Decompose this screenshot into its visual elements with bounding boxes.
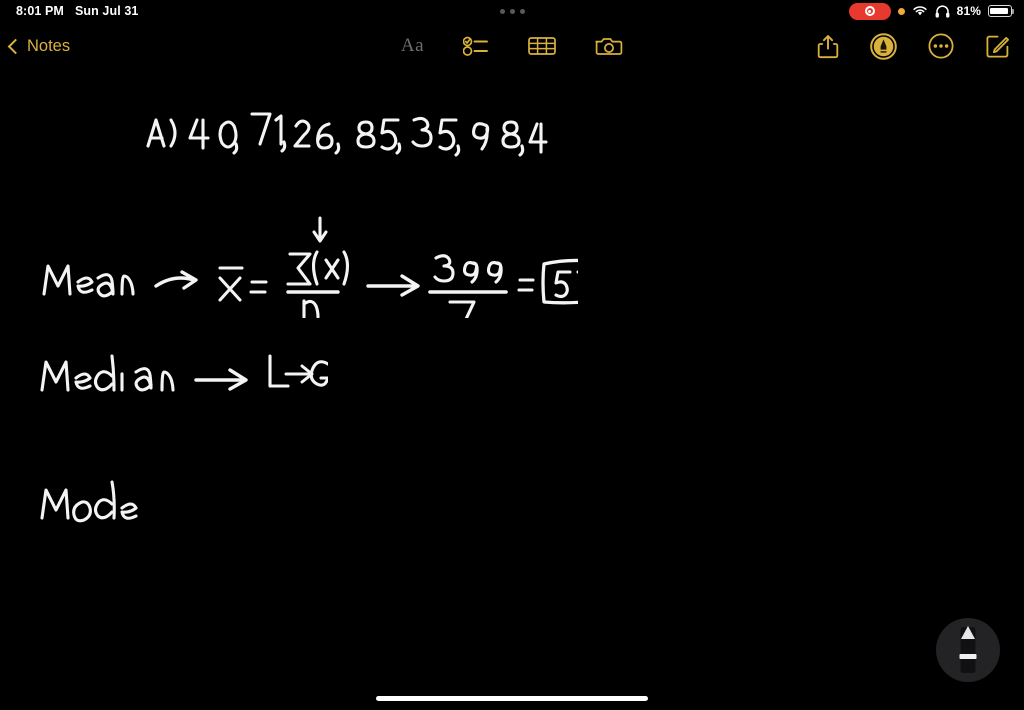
handwriting-mode-row bbox=[40, 480, 138, 523]
handwriting-mean-row bbox=[42, 216, 578, 318]
status-bar-right: 81% bbox=[848, 0, 1015, 22]
camera-icon[interactable] bbox=[595, 35, 623, 57]
toolbar-right-group bbox=[817, 24, 1010, 68]
share-icon[interactable] bbox=[817, 34, 839, 59]
checklist-icon[interactable] bbox=[463, 35, 489, 57]
multitasking-dots-icon[interactable] bbox=[499, 8, 525, 14]
compose-icon[interactable] bbox=[985, 34, 1010, 59]
status-date: Sun Jul 31 bbox=[74, 4, 139, 18]
aa-format-icon[interactable]: Aa bbox=[401, 35, 424, 57]
headphones-icon bbox=[935, 4, 950, 18]
marker-tip-icon bbox=[961, 626, 975, 639]
home-indicator[interactable] bbox=[376, 696, 648, 701]
table-icon[interactable] bbox=[528, 35, 556, 57]
handwriting-line-a bbox=[146, 112, 548, 157]
marker-tool-button[interactable] bbox=[936, 618, 1000, 682]
more-ellipsis-icon[interactable] bbox=[928, 33, 954, 59]
status-bar-left: 8:01 PM Sun Jul 31 bbox=[0, 4, 138, 18]
record-indicator-icon[interactable] bbox=[848, 2, 891, 20]
wifi-icon bbox=[913, 6, 927, 16]
handwriting-median-row bbox=[40, 354, 328, 392]
note-canvas[interactable]: A) 40, 71,26, 85,35, 98,44 Mean Σ(x) n 3… bbox=[0, 68, 1024, 680]
note-toolbar: Notes Aa bbox=[0, 24, 1024, 68]
battery-percent-label: 81% bbox=[956, 4, 981, 18]
status-bar: 8:01 PM Sun Jul 31 81% bbox=[0, 0, 1024, 22]
marker-band-icon bbox=[959, 654, 977, 659]
status-time: 8:01 PM bbox=[16, 4, 64, 18]
notes-app-window: 8:01 PM Sun Jul 31 81% Notes Aa bbox=[0, 0, 1024, 710]
battery-icon bbox=[988, 5, 1015, 17]
orange-privacy-dot-icon bbox=[897, 7, 905, 15]
markup-pen-icon[interactable] bbox=[870, 32, 897, 60]
